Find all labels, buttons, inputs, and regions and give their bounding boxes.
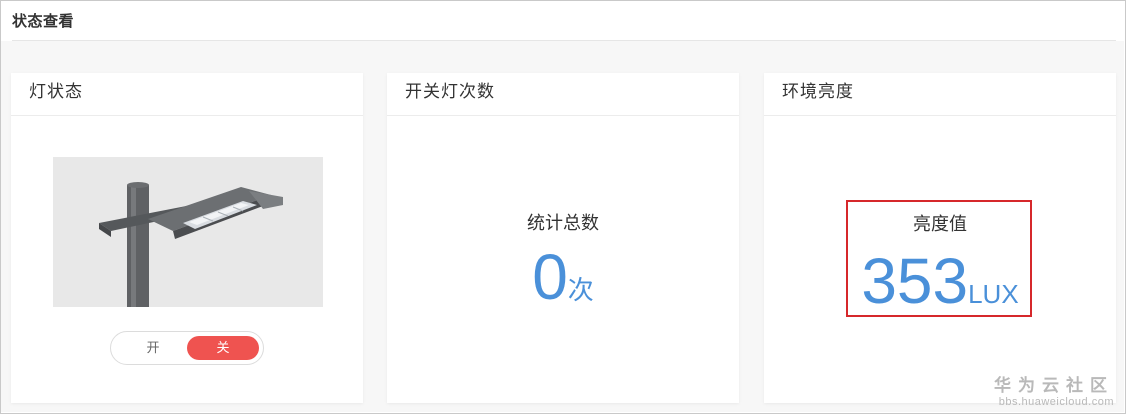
street-lamp-icon [53, 157, 323, 307]
card-title: 环境亮度 [764, 73, 1116, 116]
stat-label: 统计总数 [527, 213, 599, 233]
switch-count-unit: 次 [567, 275, 594, 305]
page-title: 状态查看 [12, 13, 75, 30]
brightness-card: 环境亮度 亮度值 353LUX [764, 73, 1116, 403]
stat-value-row: 0次 [387, 245, 739, 309]
street-lamp-image [53, 157, 323, 307]
brightness-unit: LUX [968, 279, 1019, 309]
light-toggle-switch[interactable]: 开 关 [110, 331, 264, 365]
watermark-url: bbs.huaweicloud.com [998, 396, 1114, 408]
watermark-title: 华为云社区 [994, 376, 1114, 395]
toggle-on-option[interactable]: 开 [121, 332, 185, 364]
switch-count-card: 开关灯次数 统计总数 0次 [387, 73, 739, 403]
watermark: 华为云社区 bbs.huaweicloud.com [994, 371, 1114, 408]
brightness-value: 353 [861, 245, 969, 317]
toggle-off-option[interactable]: 关 [187, 336, 259, 360]
card-title: 开关灯次数 [387, 73, 739, 116]
card-title: 灯状态 [11, 73, 363, 116]
stat-label: 亮度值 [913, 214, 967, 234]
switch-count-value: 0 [532, 241, 568, 313]
lamp-status-card: 灯状态 开 关 [11, 73, 363, 403]
stat-value-row: 353LUX [764, 249, 1116, 313]
